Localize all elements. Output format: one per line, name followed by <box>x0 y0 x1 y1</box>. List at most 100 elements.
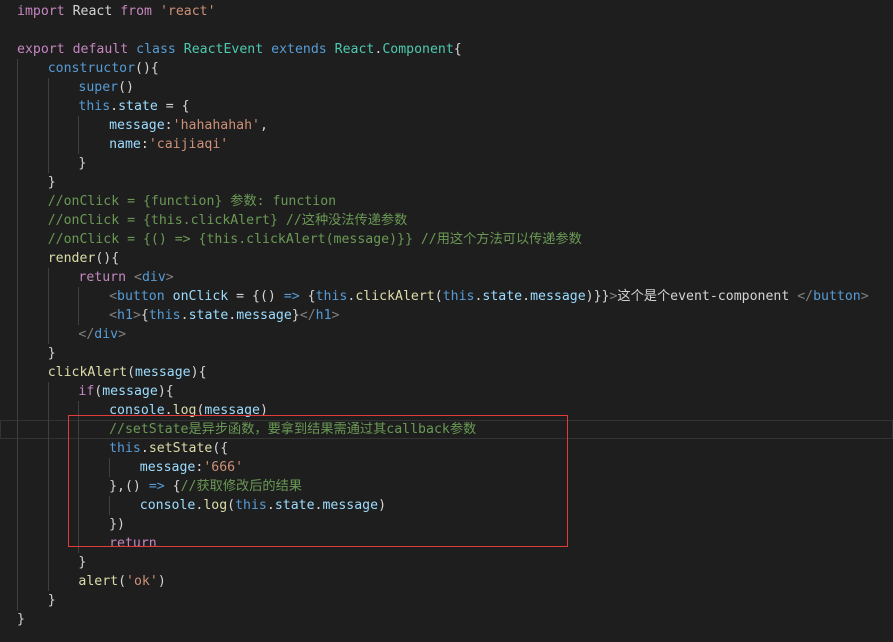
indent-guide <box>78 496 80 515</box>
code-token: export <box>17 42 65 57</box>
code-line[interactable]: name:'caijiaqi' <box>0 135 893 154</box>
indent-guide <box>47 401 49 420</box>
code-line[interactable]: } <box>0 173 893 192</box>
code-line[interactable]: } <box>0 344 893 363</box>
indent-guide <box>47 268 49 287</box>
indent-guide <box>47 306 49 325</box>
code-line[interactable]: } <box>0 553 893 572</box>
code-token: : <box>140 137 149 152</box>
code-token: 'hahahahah' <box>172 118 260 133</box>
code-token: default <box>72 42 129 57</box>
code-line[interactable]: message:'666' <box>0 458 893 477</box>
code-line[interactable]: },() => {//获取修改后的结果 <box>0 477 893 496</box>
indent-guide <box>17 515 18 534</box>
code-token: button <box>117 289 165 304</box>
code-token: } <box>47 593 56 608</box>
indent-guide <box>17 268 18 287</box>
code-token: message <box>109 118 165 133</box>
code-token: ){ <box>190 365 207 380</box>
code-token: . <box>110 99 119 114</box>
code-line[interactable]: export default class ReactEvent extends … <box>0 40 893 59</box>
code-line[interactable]: } <box>0 610 893 629</box>
code-line[interactable]: //onClick = {() => {this.clickAlert(mess… <box>0 230 893 249</box>
code-line-content: } <box>17 175 56 190</box>
code-token: 'caijiaqi' <box>148 137 229 152</box>
code-token: > <box>118 327 127 342</box>
code-line[interactable]: clickAlert(message){ <box>0 363 893 382</box>
indent-guide <box>17 534 18 553</box>
code-line[interactable]: <h1>{this.state.message}</h1> <box>0 306 893 325</box>
code-token: < <box>133 270 142 285</box>
code-token: React <box>64 4 121 19</box>
code-line-content: },() => {//获取修改后的结果 <box>17 479 302 494</box>
code-line-content: message:'hahahahah', <box>17 118 268 133</box>
code-token: ( <box>434 289 443 304</box>
code-token: extends <box>271 42 327 57</box>
indent-guide <box>17 363 18 382</box>
indent-guide <box>17 439 18 458</box>
code-line-content: }) <box>17 517 125 532</box>
indent-guide <box>17 496 18 515</box>
code-token: return <box>78 270 127 285</box>
code-token: (){ <box>95 251 120 266</box>
code-line[interactable]: message:'hahahahah', <box>0 116 893 135</box>
code-token: > <box>331 308 340 323</box>
code-token: setState <box>148 441 213 456</box>
code-line[interactable]: if(message){ <box>0 382 893 401</box>
code-line[interactable]: //setState是异步函数，要拿到结果需通过其callback参数 <box>0 420 893 439</box>
code-token: () <box>259 289 276 304</box>
code-line[interactable]: </div> <box>0 325 893 344</box>
code-token: > <box>132 308 141 323</box>
code-line[interactable]: super() <box>0 78 893 97</box>
code-line[interactable]: //onClick = {function} 参数: function <box>0 192 893 211</box>
code-line-content: <button onClick = {() => {this.clickAler… <box>17 289 869 304</box>
code-line[interactable]: return <div> <box>0 268 893 287</box>
code-token: this <box>78 99 111 114</box>
code-content[interactable]: import React from 'react' export default … <box>0 2 893 629</box>
code-token: import <box>17 4 65 19</box>
code-line[interactable]: constructor(){ <box>0 59 893 78</box>
code-line-content: //setState是异步函数，要拿到结果需通过其callback参数 <box>17 422 476 437</box>
code-token: super <box>78 80 119 95</box>
code-line[interactable]: } <box>0 154 893 173</box>
code-token: name <box>109 137 141 152</box>
code-line[interactable]: alert('ok') <box>0 572 893 591</box>
indent-guide <box>78 287 80 306</box>
code-line[interactable]: } <box>0 591 893 610</box>
indent-guide <box>78 477 80 496</box>
code-line[interactable] <box>0 21 893 40</box>
code-token: { <box>140 308 149 323</box>
code-line[interactable]: //onClick = {this.clickAlert} //这种没法传递参数 <box>0 211 893 230</box>
code-token: < <box>109 289 118 304</box>
code-line-content: } <box>17 593 56 608</box>
code-line[interactable]: render(){ <box>0 249 893 268</box>
indent-guide <box>17 572 18 591</box>
code-token: ( <box>227 498 236 513</box>
code-line-content: //onClick = {() => {this.clickAlert(mess… <box>17 232 582 247</box>
code-token: { <box>164 479 181 494</box>
code-token: Component <box>382 42 454 57</box>
code-token: onClick <box>172 289 229 304</box>
code-line[interactable]: <button onClick = {() => {this.clickAler… <box>0 287 893 306</box>
code-editor[interactable]: import React from 'react' export default … <box>0 0 893 642</box>
code-token: . <box>266 498 275 513</box>
code-token: </ <box>797 289 814 304</box>
code-line[interactable]: return <box>0 534 893 553</box>
code-token: > <box>165 270 174 285</box>
code-line[interactable]: this.state = { <box>0 97 893 116</box>
code-line[interactable]: }) <box>0 515 893 534</box>
code-line[interactable]: console.log(message) <box>0 401 893 420</box>
code-token: state <box>482 289 523 304</box>
code-token: . <box>180 308 189 323</box>
indent-guide <box>17 477 18 496</box>
indent-guide <box>78 135 80 154</box>
code-line[interactable]: import React from 'react' <box>0 2 893 21</box>
code-line-content: super() <box>17 80 134 95</box>
code-line[interactable]: this.setState({ <box>0 439 893 458</box>
code-token: message <box>204 403 260 418</box>
code-line[interactable]: console.log(this.state.message) <box>0 496 893 515</box>
code-token: render <box>47 251 96 266</box>
code-token: ){ <box>157 384 174 399</box>
